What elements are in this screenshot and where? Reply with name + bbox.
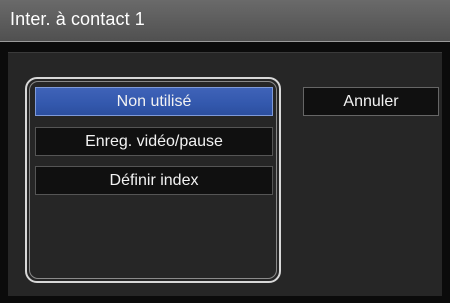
- option-enreg-video-pause[interactable]: Enreg. vidéo/pause: [35, 127, 273, 156]
- option-label: Enreg. vidéo/pause: [85, 132, 223, 150]
- cancel-button-label: Annuler: [343, 92, 399, 110]
- option-non-utilise[interactable]: Non utilisé: [35, 87, 273, 116]
- dialog-title: Inter. à contact 1: [10, 9, 145, 29]
- option-label: Définir index: [109, 171, 199, 189]
- option-label: Non utilisé: [116, 92, 192, 110]
- cancel-button[interactable]: Annuler: [303, 87, 439, 116]
- title-bar: Inter. à contact 1: [0, 0, 450, 42]
- dialog-screen: Inter. à contact 1 Non utilisé Enreg. vi…: [0, 0, 450, 303]
- option-definir-index[interactable]: Définir index: [35, 166, 273, 195]
